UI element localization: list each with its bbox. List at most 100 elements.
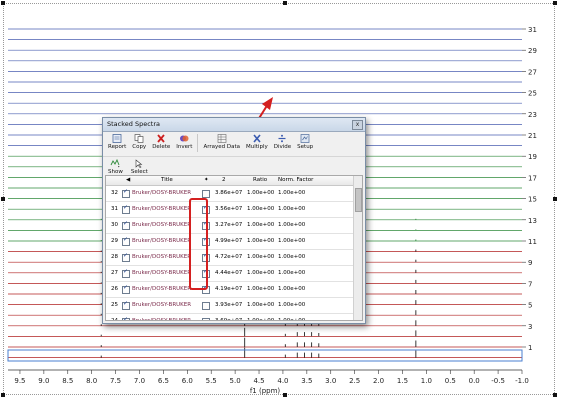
x-tick-label: -0.5: [491, 377, 505, 385]
show-icon: [111, 159, 120, 168]
row-number: 31: [111, 206, 118, 212]
visible-checkbox[interactable]: [122, 284, 130, 294]
row-value: 3.27e+07: [215, 222, 243, 228]
select-checkbox[interactable]: [202, 317, 210, 320]
visible-checkbox[interactable]: [122, 236, 130, 246]
x-tick-label: 0.5: [445, 377, 456, 385]
table-row[interactable]: 30 Bruker/DOSY-BRUKER 3.27e+07 1.00e+001.00…: [106, 218, 362, 234]
column-header-title: Title: [161, 177, 173, 183]
trace-number-label: 25: [528, 90, 537, 98]
row-ratio: 1.00e+00: [247, 238, 275, 244]
row-title: Bruker/DOSY-BRUKER: [132, 286, 192, 292]
visible-checkbox[interactable]: [122, 316, 130, 320]
row-norm-factor: 1.00e+00: [278, 302, 306, 308]
spectra-table[interactable]: ◀ Title ✦ 2 Ratio Norm. Factor 32 Bruker/…: [105, 175, 363, 321]
setup-label: Setup: [297, 144, 314, 150]
table-scrollbar[interactable]: [353, 176, 362, 320]
select-button[interactable]: Select: [129, 159, 150, 175]
row-title: Bruker/DOSY-BRUKER: [132, 302, 192, 308]
table-row[interactable]: 25 Bruker/DOSY-BRUKER 3.93e+07 1.00e+001.00…: [106, 298, 362, 314]
visible-checkbox[interactable]: [122, 300, 130, 310]
x-tick-label: 3.0: [325, 377, 336, 385]
x-tick-label: 5.5: [206, 377, 217, 385]
row-ratio: 1.00e+00: [247, 190, 275, 196]
delete-button[interactable]: Delete: [150, 134, 172, 150]
row-title: Bruker/DOSY-BRUKER: [132, 206, 192, 212]
row-norm-factor: 1.00e+00: [278, 238, 306, 244]
x-tick-label: -1.0: [515, 377, 529, 385]
visible-checkbox[interactable]: [122, 188, 130, 198]
pin-column-icon: ✦: [204, 177, 209, 183]
copy-icon: [134, 134, 144, 143]
arrayed-data-button[interactable]: Arrayed Data: [201, 134, 242, 150]
row-value: 4.72e+07: [215, 254, 243, 260]
table-row[interactable]: 26 Bruker/DOSY-BRUKER 4.19e+07 1.00e+001.00…: [106, 282, 362, 298]
visible-checkbox[interactable]: [122, 252, 130, 262]
row-number: 30: [111, 222, 118, 228]
x-tick-label: 0.0: [469, 377, 480, 385]
trace-number-label: 1: [528, 344, 532, 352]
x-tick-label: 2.5: [349, 377, 360, 385]
setup-icon: [300, 134, 310, 143]
table-body: 32Bruker/DOSY-BRUKER3.86e+071.00e+001.00…: [106, 186, 362, 321]
row-number: 26: [111, 286, 118, 292]
select-checkbox[interactable]: [202, 189, 210, 198]
toolbar-separator: [197, 134, 199, 152]
dialog-toolbar: Report Copy Delete Invert Arrayed Data M…: [103, 132, 365, 157]
trace-number-label: 17: [528, 174, 537, 182]
select-icon: [136, 159, 143, 168]
selected-trace-box: [7, 349, 523, 362]
delete-icon: [157, 134, 165, 143]
row-value: 3.56e+07: [215, 206, 243, 212]
x-tick-label: 7.5: [110, 377, 121, 385]
annotation-arrow-head: [262, 97, 273, 110]
copy-button[interactable]: Copy: [130, 134, 148, 150]
multiply-label: Multiply: [246, 144, 268, 150]
table-row[interactable]: 24 Bruker/DOSY-BRUKER 3.69e+07 1.00e+001.00…: [106, 314, 362, 321]
table-row[interactable]: 32 Bruker/DOSY-BRUKER 3.86e+07 1.00e+001.00…: [106, 186, 362, 202]
x-tick-label: 7.0: [134, 377, 145, 385]
stacked-spectra-dialog[interactable]: Stacked Spectra x Report Copy Delete Inv…: [102, 117, 366, 324]
trace-number-label: 9: [528, 259, 532, 267]
row-value: 3.86e+07: [215, 190, 243, 196]
row-norm-factor: 1.00e+00: [278, 222, 306, 228]
show-button[interactable]: Show: [106, 159, 125, 175]
trace-number-labels: 312927252321191715131197531: [522, 26, 537, 352]
visible-checkbox[interactable]: [122, 220, 130, 230]
row-value: 4.44e+07: [215, 270, 243, 276]
divide-icon: [278, 134, 286, 143]
report-button[interactable]: Report: [106, 134, 128, 150]
trace-number-label: 31: [528, 26, 537, 34]
table-row[interactable]: 27 Bruker/DOSY-BRUKER 4.44e+07 1.00e+001.00…: [106, 266, 362, 282]
visible-checkbox[interactable]: [122, 204, 130, 214]
x-tick-label: 9.0: [38, 377, 49, 385]
x-tick-label: 1.0: [421, 377, 432, 385]
scrollbar-thumb[interactable]: [355, 188, 362, 212]
trace-number-label: 3: [528, 323, 532, 331]
invert-label: Invert: [176, 144, 193, 150]
table-row[interactable]: 29 Bruker/DOSY-BRUKER 4.99e+07 1.00e+001.00…: [106, 234, 362, 250]
row-ratio: 1.00e+00: [247, 206, 275, 212]
trace-number-label: 5: [528, 302, 532, 310]
table-row[interactable]: 31 Bruker/DOSY-BRUKER 3.56e+07 1.00e+001.00…: [106, 202, 362, 218]
trace-number-label: 23: [528, 111, 537, 119]
invert-button[interactable]: Invert: [174, 134, 194, 150]
row-norm-factor: 1.00e+00: [278, 270, 306, 276]
column-header-2: 2: [222, 177, 226, 183]
setup-button[interactable]: Setup: [295, 134, 315, 150]
row-number: 25: [111, 302, 118, 308]
row-ratio: 1.00e+00: [247, 318, 275, 321]
dialog-title-bar[interactable]: Stacked Spectra x: [103, 118, 365, 132]
table-row[interactable]: 28 Bruker/DOSY-BRUKER 4.72e+07 1.00e+001.00…: [106, 250, 362, 266]
divide-button[interactable]: Divide: [272, 134, 293, 150]
row-ratio: 1.00e+00: [247, 302, 275, 308]
multiply-icon: [253, 134, 261, 143]
x-tick-label: 4.5: [253, 377, 264, 385]
select-checkbox[interactable]: [202, 301, 210, 310]
row-norm-factor: 1.00e+00: [278, 286, 306, 292]
divide-label: Divide: [273, 144, 292, 150]
close-button[interactable]: x: [352, 120, 363, 130]
multiply-button[interactable]: Multiply: [244, 134, 270, 150]
x-tick-label: 8.5: [62, 377, 73, 385]
visible-checkbox[interactable]: [122, 268, 130, 278]
